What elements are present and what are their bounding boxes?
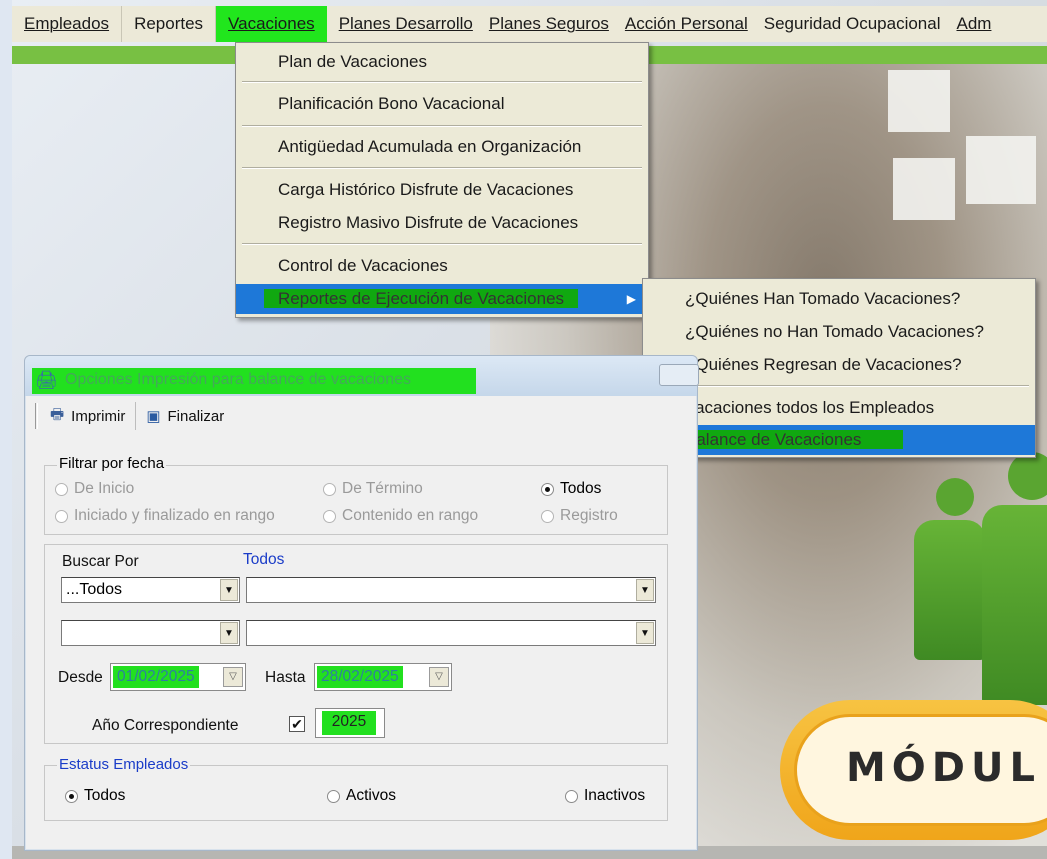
submenu-item-balance-vacaciones[interactable]: Balance de Vacaciones [643, 425, 1035, 455]
chevron-down-icon[interactable]: ▼ [220, 622, 238, 644]
menu-separator [242, 125, 642, 127]
buscar-value-label: Todos [243, 551, 285, 568]
radio-estatus-todos[interactable]: Todos [65, 787, 125, 805]
calendar-icon[interactable]: ▽ [223, 667, 243, 687]
menu-item-registro-masivo[interactable]: Registro Masivo Disfrute de Vacaciones [236, 208, 648, 238]
menu-separator [242, 243, 642, 245]
finish-label: Finalizar [167, 407, 225, 425]
module-banner: MÓDUL [780, 700, 1047, 840]
desde-date-value: 01/02/2025 [113, 666, 199, 688]
window-left-frame [0, 0, 12, 859]
finish-button[interactable]: ▣ Finalizar [136, 402, 234, 430]
printer-icon: 🖨 [35, 370, 58, 390]
buscar-valor-select[interactable]: ▼ [246, 577, 656, 603]
menu-item-carga-historico[interactable]: Carga Histórico Disfrute de Vacaciones [236, 175, 648, 205]
menu-separator [242, 167, 642, 169]
menu-planes-seguros[interactable]: Planes Seguros [485, 6, 621, 42]
print-options-dialog: 🖨 Opciones Impresión para balance de vac… [24, 355, 699, 851]
employee-status-legend: Estatus Empleados [57, 756, 191, 773]
reportes-submenu: ¿Quiénes Han Tomado Vacaciones? ¿Quiénes… [642, 278, 1036, 458]
radio-contenido-rango[interactable]: Contenido en rango [323, 507, 478, 525]
menu-item-antiguedad[interactable]: Antigüedad Acumulada en Organización [236, 132, 648, 162]
menu-planes-desarrollo[interactable]: Planes Desarrollo [327, 6, 485, 42]
vacaciones-dropdown: Plan de Vacaciones Planificación Bono Va… [235, 42, 649, 318]
chevron-down-icon[interactable]: ▼ [220, 579, 238, 601]
radio-iniciado-finalizado[interactable]: Iniciado y finalizado en rango [55, 507, 275, 525]
desde-label: Desde [58, 669, 103, 686]
toolbar-grip [35, 403, 38, 429]
dialog-titlebar[interactable]: 🖨 Opciones Impresión para balance de vac… [25, 356, 699, 396]
calendar-icon[interactable]: ▽ [429, 667, 449, 687]
hasta-label: Hasta [265, 669, 306, 686]
hasta-date-field[interactable]: 28/02/2025 ▽ [314, 663, 452, 691]
submenu-item-todos-empleados[interactable]: Vacaciones todos los Empleados [643, 393, 1035, 423]
chevron-down-icon[interactable]: ▼ [636, 622, 654, 644]
anio-value: 2025 [322, 711, 376, 735]
print-label: Imprimir [71, 407, 126, 425]
date-filter-legend: Filtrar por fecha [57, 455, 167, 472]
hasta-date-value: 28/02/2025 [317, 666, 403, 688]
exit-icon: ▣ [146, 408, 161, 425]
menu-seguridad-ocupacional[interactable]: Seguridad Ocupacional [760, 6, 953, 42]
secondary-value-select[interactable]: ▼ [246, 620, 656, 646]
radio-estatus-activos[interactable]: Activos [327, 787, 396, 805]
close-button[interactable] [659, 364, 699, 386]
menu-item-plan-vacaciones[interactable]: Plan de Vacaciones [236, 47, 648, 77]
menu-separator [649, 385, 1029, 387]
buscar-por-select[interactable]: ...Todos ▼ [61, 577, 240, 603]
menu-item-reportes-ejecucion[interactable]: Reportes de Ejecución de Vacaciones ▶ [236, 284, 648, 314]
wall-note [888, 70, 950, 132]
menu-item-control-vacaciones[interactable]: Control de Vacaciones [236, 251, 648, 281]
dialog-toolbar: 🖶 Imprimir ▣ Finalizar [35, 400, 234, 432]
buscar-por-label: Buscar Por [62, 553, 139, 570]
menu-reportes[interactable]: Reportes [122, 6, 217, 42]
radio-todos-fecha[interactable]: Todos [541, 480, 601, 498]
menu-administracion[interactable]: Adm [952, 6, 1003, 42]
radio-estatus-inactivos[interactable]: Inactivos [565, 787, 645, 805]
radio-registro[interactable]: Registro [541, 507, 618, 525]
anio-checkbox[interactable]: ✔ [289, 716, 305, 732]
menu-accion-personal[interactable]: Acción Personal [621, 6, 760, 42]
menu-bar: Empleados Reportes Vacaciones Planes Des… [12, 6, 1047, 42]
menu-item-label: Reportes de Ejecución de Vacaciones [264, 289, 579, 308]
desde-date-field[interactable]: 01/02/2025 ▽ [110, 663, 246, 691]
menu-empleados[interactable]: Empleados [12, 6, 123, 42]
submenu-arrow-icon: ▶ [626, 292, 636, 306]
wall-note [966, 136, 1036, 204]
wall-note [893, 158, 955, 220]
menu-vacaciones[interactable]: Vacaciones [216, 6, 327, 42]
anio-correspondiente-label: Año Correspondiente [92, 717, 239, 734]
printer-icon: 🖶 [50, 405, 65, 423]
radio-de-termino[interactable]: De Término [323, 480, 423, 498]
menu-separator [242, 81, 642, 83]
banner-text: MÓDUL [846, 745, 1041, 791]
anio-field[interactable]: 2025 [315, 708, 385, 738]
print-button[interactable]: 🖶 Imprimir [40, 402, 137, 430]
submenu-item-regresan[interactable]: ¿Quiénes Regresan de Vacaciones? [643, 350, 1035, 380]
radio-de-inicio[interactable]: De Inicio [55, 480, 134, 498]
chevron-down-icon[interactable]: ▼ [636, 579, 654, 601]
submenu-item-no-han-tomado[interactable]: ¿Quiénes no Han Tomado Vacaciones? [643, 317, 1035, 347]
dialog-title: Opciones Impresión para balance de vacac… [65, 371, 411, 388]
submenu-item-han-tomado[interactable]: ¿Quiénes Han Tomado Vacaciones? [643, 284, 1035, 314]
secondary-criteria-select[interactable]: ▼ [61, 620, 240, 646]
menu-item-bono-vacacional[interactable]: Planificación Bono Vacacional [236, 89, 648, 119]
